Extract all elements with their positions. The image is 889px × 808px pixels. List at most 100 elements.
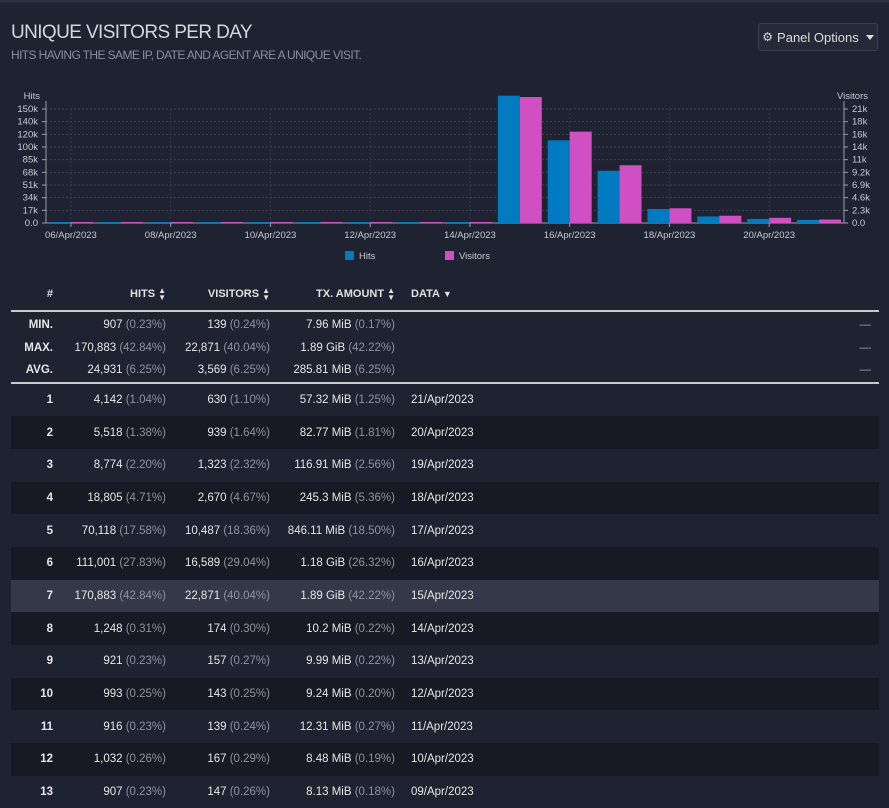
bar-visitors (120, 222, 143, 223)
header-num[interactable]: # (11, 278, 59, 312)
bar-visitors (569, 131, 592, 223)
legend-swatch-visitors (445, 251, 454, 260)
row-visitors-percent: (0.27%) (229, 655, 270, 668)
y-tick-label-right: 6.9k (852, 180, 870, 191)
row-date: 20/Apr/2023 (399, 416, 879, 449)
table-row[interactable]: 2 5,518 (1.38%) 939 (1.64%) 82.77 MiB (1.81… (11, 416, 879, 449)
y-tick-label-left: 150k (17, 104, 38, 115)
row-hits-value: 916 (103, 720, 123, 733)
row-visitors: 147 (0.26%) (170, 776, 274, 808)
table-row[interactable]: 1 4,142 (1.04%) 630 (1.10%) 57.32 MiB (1.25… (11, 382, 879, 417)
row-tx: 57.32 MiB (1.25%) (274, 383, 399, 417)
summary-data-value: — (859, 319, 872, 332)
row-visitors: 630 (1.10%) (170, 383, 274, 417)
row-hits-value: 1,032 (93, 753, 123, 766)
summary-data: — (399, 359, 879, 384)
header-data[interactable]: DATA ▼ (399, 278, 879, 312)
summary-hits-value: 170,883 (74, 341, 117, 354)
bar-hits (48, 222, 71, 223)
row-tx-percent: (0.19%) (354, 753, 395, 766)
table-row[interactable]: 5 70,118 (17.58%) 10,487 (18.36%) 846.11 Mi… (11, 514, 879, 547)
summary-visitors-value: 139 (207, 319, 227, 332)
row-hits: 1,032 (0.26%) (59, 743, 170, 776)
row-hits: 18,805 (4.71%) (59, 482, 170, 515)
bar-visitors (769, 217, 792, 223)
row-date-value: 14/Apr/2023 (411, 622, 474, 635)
summary-data: — (399, 311, 879, 337)
bar-hits (647, 208, 670, 223)
header-visitors[interactable]: VISITORS ▲ ▼ (170, 278, 274, 312)
table-row[interactable]: 7 170,883 (42.84%) 22,871 (40.04%) 1.89 GiB… (11, 579, 879, 613)
row-hits-percent: (42.84%) (119, 589, 166, 602)
bar-hits (597, 170, 620, 223)
row-hits: 5,518 (1.38%) (59, 416, 170, 449)
table-row[interactable]: 8 1,248 (0.31%) 174 (0.30%) 10.2 MiB (0.22%… (11, 612, 879, 645)
row-hits-value: 170,883 (74, 589, 117, 602)
row-hits-value: 4,142 (93, 393, 123, 406)
summary-data-value: — (859, 364, 872, 377)
row-visitors-percent: (0.26%) (229, 786, 270, 799)
row-tx-value: 245.3 MiB (299, 491, 352, 504)
row-visitors-value: 1,323 (197, 459, 227, 472)
summary-visitors: 139 (0.24%) (170, 311, 274, 337)
header-tx-amount[interactable]: TX. AMOUNT ▲ ▼ (274, 278, 399, 312)
row-tx-value: 10.2 MiB (306, 622, 352, 635)
row-number-value: 4 (46, 491, 53, 504)
row-date: 13/Apr/2023 (399, 645, 879, 678)
row-date: 15/Apr/2023 (399, 580, 879, 613)
row-hits-percent: (1.38%) (125, 426, 166, 439)
y-tick-label-right: 18k (852, 117, 868, 128)
x-tick-label: 06/Apr/2023 (45, 230, 97, 241)
row-date-value: 11/Apr/2023 (411, 720, 473, 733)
row-hits-value: 111,001 (76, 557, 117, 570)
y-tick-label-left: 17k (23, 205, 39, 216)
bar-visitors (320, 222, 343, 223)
table-row[interactable]: 4 18,805 (4.71%) 2,670 (4.67%) 245.3 MiB (5… (11, 481, 879, 515)
row-hits: 170,883 (42.84%) (59, 580, 170, 613)
row-visitors-percent: (2.32%) (229, 459, 270, 472)
row-hits-percent: (0.23%) (125, 720, 166, 733)
row-visitors: 174 (0.30%) (170, 612, 274, 645)
table-row[interactable]: 6 111,001 (27.83%) 16,589 (29.04%) 1.18 GiB… (11, 546, 879, 580)
row-tx: 10.2 MiB (0.22%) (274, 612, 399, 645)
table-row[interactable]: 12 1,032 (0.26%) 167 (0.29%) 8.48 MiB (0.19… (11, 743, 879, 776)
row-tx-value: 9.24 MiB (306, 688, 352, 701)
table-row[interactable]: 9 921 (0.23%) 157 (0.27%) 9.99 MiB (0.22%) 1… (11, 645, 879, 678)
row-tx-value: 9.99 MiB (306, 655, 352, 668)
x-tick-label: 16/Apr/2023 (544, 230, 596, 241)
summary-hits-percent: (6.25%) (125, 364, 166, 377)
summary-hits-value: 24,931 (87, 364, 123, 377)
row-visitors-percent: (0.29%) (229, 753, 270, 766)
header-hits[interactable]: HITS ▲ ▼ (59, 278, 170, 312)
row-hits-value: 18,805 (87, 491, 123, 504)
row-tx: 12.31 MiB (0.27%) (274, 710, 399, 743)
y-tick-label-left: 85k (23, 155, 39, 166)
row-number-value: 6 (46, 557, 53, 570)
row-number-value: 9 (46, 655, 53, 668)
row-hits-percent: (0.23%) (125, 786, 166, 799)
summary-visitors-percent: (0.24%) (229, 319, 270, 332)
top-border (0, 0, 889, 3)
row-tx-value: 8.48 MiB (306, 753, 352, 766)
table-row[interactable]: 3 8,774 (2.20%) 1,323 (2.32%) 116.91 MiB (2… (11, 448, 879, 482)
y-tick-label-left: 68k (23, 167, 39, 178)
sort-desc-icon: ▼ (442, 289, 452, 299)
row-visitors: 167 (0.29%) (170, 743, 274, 776)
bar-visitors (170, 222, 193, 223)
row-hits: 907 (0.23%) (59, 776, 170, 808)
row-number: 7 (11, 580, 59, 613)
row-date: 09/Apr/2023 (399, 776, 879, 808)
table-row[interactable]: 13 907 (0.23%) 147 (0.26%) 8.13 MiB (0.18%)… (11, 775, 879, 808)
summary-tx-value: 7.96 MiB (306, 319, 352, 332)
table-row[interactable]: 11 916 (0.23%) 139 (0.24%) 12.31 MiB (0.27%… (11, 710, 879, 744)
row-number-value: 2 (46, 426, 53, 439)
row-visitors-value: 2,670 (197, 491, 227, 504)
y-tick-label-left: 120k (17, 129, 38, 140)
table-row[interactable]: 10 993 (0.25%) 143 (0.25%) 9.24 MiB (0.20%)… (11, 677, 879, 711)
panel-options-button[interactable]: ⚙ Panel Options (758, 23, 878, 51)
summary-tx-value: 1.89 GiB (300, 341, 346, 354)
row-visitors: 143 (0.25%) (170, 678, 274, 711)
row-number-value: 11 (40, 720, 53, 733)
x-tick-label: 14/Apr/2023 (444, 230, 496, 241)
row-visitors-percent: (0.25%) (229, 688, 270, 701)
